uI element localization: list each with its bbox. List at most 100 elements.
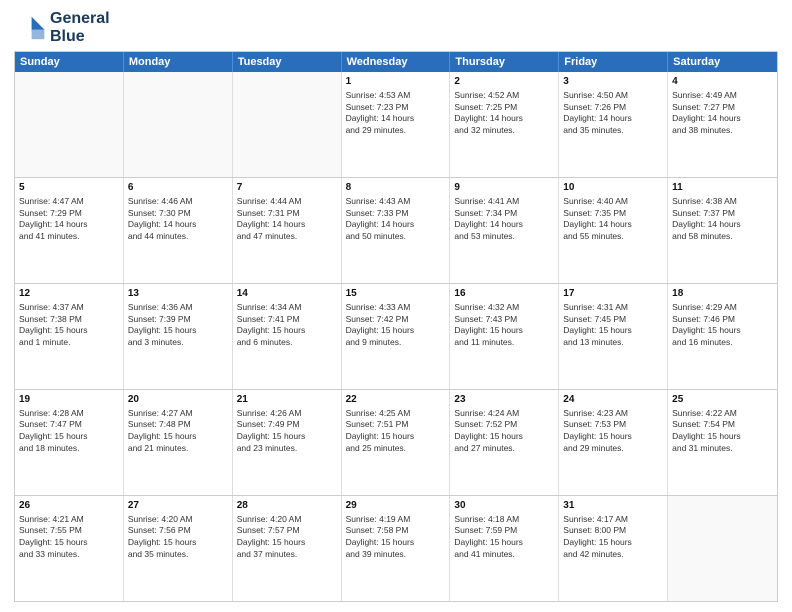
cell-info: Sunrise: 4:28 AM Sunset: 7:47 PM Dayligh… [19, 408, 119, 456]
cell-info: Sunrise: 4:41 AM Sunset: 7:34 PM Dayligh… [454, 196, 554, 244]
header-day-friday: Friday [559, 52, 668, 72]
cal-cell-4-6 [668, 496, 777, 601]
cell-info: Sunrise: 4:22 AM Sunset: 7:54 PM Dayligh… [672, 408, 773, 456]
cell-info: Sunrise: 4:36 AM Sunset: 7:39 PM Dayligh… [128, 302, 228, 350]
cell-info: Sunrise: 4:52 AM Sunset: 7:25 PM Dayligh… [454, 90, 554, 138]
day-number: 3 [563, 75, 663, 89]
cell-info: Sunrise: 4:27 AM Sunset: 7:48 PM Dayligh… [128, 408, 228, 456]
cell-info: Sunrise: 4:34 AM Sunset: 7:41 PM Dayligh… [237, 302, 337, 350]
cal-cell-2-1: 13Sunrise: 4:36 AM Sunset: 7:39 PM Dayli… [124, 284, 233, 389]
day-number: 6 [128, 181, 228, 195]
cell-info: Sunrise: 4:37 AM Sunset: 7:38 PM Dayligh… [19, 302, 119, 350]
cal-cell-3-2: 21Sunrise: 4:26 AM Sunset: 7:49 PM Dayli… [233, 390, 342, 495]
week-row-1: 5Sunrise: 4:47 AM Sunset: 7:29 PM Daylig… [15, 177, 777, 283]
cal-cell-1-4: 9Sunrise: 4:41 AM Sunset: 7:34 PM Daylig… [450, 178, 559, 283]
header-day-thursday: Thursday [450, 52, 559, 72]
cal-cell-2-5: 17Sunrise: 4:31 AM Sunset: 7:45 PM Dayli… [559, 284, 668, 389]
day-number: 29 [346, 499, 446, 513]
cell-info: Sunrise: 4:49 AM Sunset: 7:27 PM Dayligh… [672, 90, 773, 138]
calendar-header: SundayMondayTuesdayWednesdayThursdayFrid… [15, 52, 777, 72]
day-number: 23 [454, 393, 554, 407]
cell-info: Sunrise: 4:31 AM Sunset: 7:45 PM Dayligh… [563, 302, 663, 350]
week-row-2: 12Sunrise: 4:37 AM Sunset: 7:38 PM Dayli… [15, 283, 777, 389]
cal-cell-4-1: 27Sunrise: 4:20 AM Sunset: 7:56 PM Dayli… [124, 496, 233, 601]
cal-cell-1-0: 5Sunrise: 4:47 AM Sunset: 7:29 PM Daylig… [15, 178, 124, 283]
cal-cell-0-3: 1Sunrise: 4:53 AM Sunset: 7:23 PM Daylig… [342, 72, 451, 177]
cal-cell-1-1: 6Sunrise: 4:46 AM Sunset: 7:30 PM Daylig… [124, 178, 233, 283]
cell-info: Sunrise: 4:38 AM Sunset: 7:37 PM Dayligh… [672, 196, 773, 244]
day-number: 15 [346, 287, 446, 301]
cal-cell-0-2 [233, 72, 342, 177]
logo: General Blue [14, 10, 110, 45]
week-row-0: 1Sunrise: 4:53 AM Sunset: 7:23 PM Daylig… [15, 72, 777, 177]
page: General Blue SundayMondayTuesdayWednesda… [0, 0, 792, 612]
day-number: 2 [454, 75, 554, 89]
cal-cell-4-4: 30Sunrise: 4:18 AM Sunset: 7:59 PM Dayli… [450, 496, 559, 601]
cal-cell-1-5: 10Sunrise: 4:40 AM Sunset: 7:35 PM Dayli… [559, 178, 668, 283]
cal-cell-2-0: 12Sunrise: 4:37 AM Sunset: 7:38 PM Dayli… [15, 284, 124, 389]
logo-icon [14, 12, 46, 44]
cell-info: Sunrise: 4:23 AM Sunset: 7:53 PM Dayligh… [563, 408, 663, 456]
cal-cell-3-1: 20Sunrise: 4:27 AM Sunset: 7:48 PM Dayli… [124, 390, 233, 495]
day-number: 17 [563, 287, 663, 301]
cell-info: Sunrise: 4:20 AM Sunset: 7:56 PM Dayligh… [128, 514, 228, 562]
cell-info: Sunrise: 4:32 AM Sunset: 7:43 PM Dayligh… [454, 302, 554, 350]
header-day-wednesday: Wednesday [342, 52, 451, 72]
cell-info: Sunrise: 4:29 AM Sunset: 7:46 PM Dayligh… [672, 302, 773, 350]
cal-cell-3-5: 24Sunrise: 4:23 AM Sunset: 7:53 PM Dayli… [559, 390, 668, 495]
day-number: 25 [672, 393, 773, 407]
cell-info: Sunrise: 4:40 AM Sunset: 7:35 PM Dayligh… [563, 196, 663, 244]
day-number: 24 [563, 393, 663, 407]
cal-cell-2-4: 16Sunrise: 4:32 AM Sunset: 7:43 PM Dayli… [450, 284, 559, 389]
day-number: 12 [19, 287, 119, 301]
day-number: 1 [346, 75, 446, 89]
cal-cell-3-4: 23Sunrise: 4:24 AM Sunset: 7:52 PM Dayli… [450, 390, 559, 495]
cell-info: Sunrise: 4:18 AM Sunset: 7:59 PM Dayligh… [454, 514, 554, 562]
day-number: 9 [454, 181, 554, 195]
cell-info: Sunrise: 4:17 AM Sunset: 8:00 PM Dayligh… [563, 514, 663, 562]
cell-info: Sunrise: 4:53 AM Sunset: 7:23 PM Dayligh… [346, 90, 446, 138]
day-number: 27 [128, 499, 228, 513]
cal-cell-0-6: 4Sunrise: 4:49 AM Sunset: 7:27 PM Daylig… [668, 72, 777, 177]
cal-cell-0-0 [15, 72, 124, 177]
header-day-monday: Monday [124, 52, 233, 72]
day-number: 8 [346, 181, 446, 195]
day-number: 31 [563, 499, 663, 513]
cal-cell-3-3: 22Sunrise: 4:25 AM Sunset: 7:51 PM Dayli… [342, 390, 451, 495]
day-number: 13 [128, 287, 228, 301]
day-number: 26 [19, 499, 119, 513]
day-number: 4 [672, 75, 773, 89]
cal-cell-4-3: 29Sunrise: 4:19 AM Sunset: 7:58 PM Dayli… [342, 496, 451, 601]
day-number: 11 [672, 181, 773, 195]
day-number: 10 [563, 181, 663, 195]
day-number: 21 [237, 393, 337, 407]
day-number: 19 [19, 393, 119, 407]
day-number: 22 [346, 393, 446, 407]
day-number: 14 [237, 287, 337, 301]
cal-cell-2-6: 18Sunrise: 4:29 AM Sunset: 7:46 PM Dayli… [668, 284, 777, 389]
cell-info: Sunrise: 4:25 AM Sunset: 7:51 PM Dayligh… [346, 408, 446, 456]
cal-cell-2-3: 15Sunrise: 4:33 AM Sunset: 7:42 PM Dayli… [342, 284, 451, 389]
cal-cell-1-3: 8Sunrise: 4:43 AM Sunset: 7:33 PM Daylig… [342, 178, 451, 283]
day-number: 20 [128, 393, 228, 407]
header-day-tuesday: Tuesday [233, 52, 342, 72]
day-number: 16 [454, 287, 554, 301]
cell-info: Sunrise: 4:46 AM Sunset: 7:30 PM Dayligh… [128, 196, 228, 244]
cell-info: Sunrise: 4:43 AM Sunset: 7:33 PM Dayligh… [346, 196, 446, 244]
cal-cell-0-4: 2Sunrise: 4:52 AM Sunset: 7:25 PM Daylig… [450, 72, 559, 177]
cell-info: Sunrise: 4:33 AM Sunset: 7:42 PM Dayligh… [346, 302, 446, 350]
week-row-3: 19Sunrise: 4:28 AM Sunset: 7:47 PM Dayli… [15, 389, 777, 495]
cal-cell-0-1 [124, 72, 233, 177]
cal-cell-2-2: 14Sunrise: 4:34 AM Sunset: 7:41 PM Dayli… [233, 284, 342, 389]
cell-info: Sunrise: 4:44 AM Sunset: 7:31 PM Dayligh… [237, 196, 337, 244]
cal-cell-4-0: 26Sunrise: 4:21 AM Sunset: 7:55 PM Dayli… [15, 496, 124, 601]
calendar-body: 1Sunrise: 4:53 AM Sunset: 7:23 PM Daylig… [15, 72, 777, 601]
day-number: 28 [237, 499, 337, 513]
cell-info: Sunrise: 4:20 AM Sunset: 7:57 PM Dayligh… [237, 514, 337, 562]
calendar: SundayMondayTuesdayWednesdayThursdayFrid… [14, 51, 778, 602]
header-day-saturday: Saturday [668, 52, 777, 72]
cal-cell-1-6: 11Sunrise: 4:38 AM Sunset: 7:37 PM Dayli… [668, 178, 777, 283]
cal-cell-4-5: 31Sunrise: 4:17 AM Sunset: 8:00 PM Dayli… [559, 496, 668, 601]
cal-cell-0-5: 3Sunrise: 4:50 AM Sunset: 7:26 PM Daylig… [559, 72, 668, 177]
day-number: 18 [672, 287, 773, 301]
